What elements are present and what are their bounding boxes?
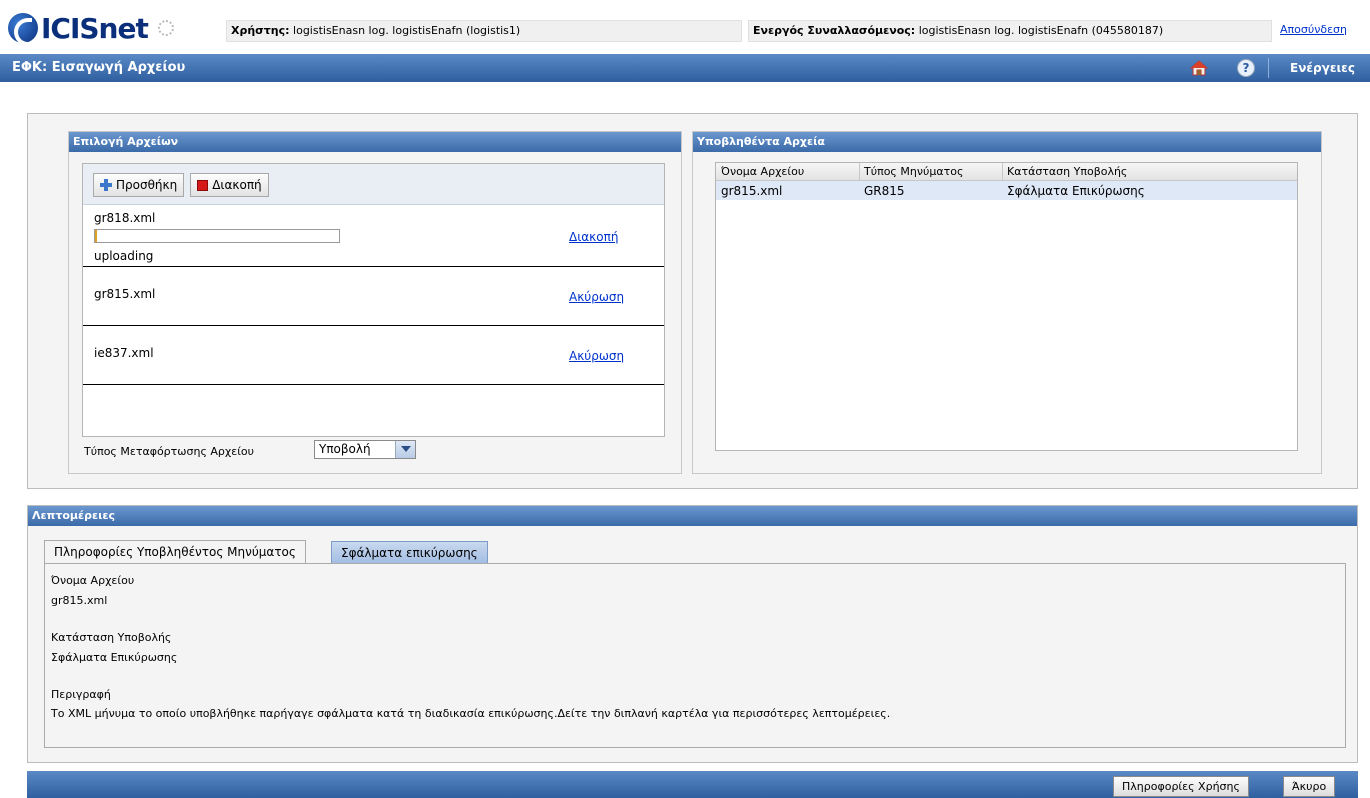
help-icon[interactable]: ? (1237, 59, 1255, 77)
filename-value: gr815.xml (51, 594, 108, 607)
file-name: gr815.xml (94, 287, 156, 301)
cell-filename: gr815.xml (721, 184, 783, 198)
icisnet-logo: ICISnet (8, 10, 218, 46)
upload-progress-fill (95, 230, 98, 242)
filename-label: Όνομα Αρχείου (51, 574, 135, 587)
cancel-file-link[interactable]: Ακύρωση (569, 349, 624, 363)
file-name: gr818.xml (94, 211, 156, 225)
column-divider (859, 163, 860, 181)
home-icon[interactable] (1190, 60, 1208, 76)
transfer-type-value: Υποβολή (319, 442, 371, 456)
table-row[interactable]: gr815.xml GR815 Σφάλματα Επικύρωσης (716, 181, 1297, 200)
file-item: ie837.xml Ακύρωση (83, 326, 664, 385)
cancel-button[interactable]: Άκυρο (1283, 776, 1336, 797)
stop-button-label: Διακοπή (212, 178, 262, 192)
transfer-type-select[interactable]: Υποβολή (314, 440, 416, 459)
logout-link[interactable]: Αποσύνδεση (1280, 23, 1347, 36)
title-divider (1268, 58, 1269, 78)
cell-message-type: GR815 (864, 184, 905, 198)
upload-list: Προσθήκη Διακοπή gr818.xml uploading Δια… (82, 163, 665, 437)
transfer-type-label: Τύπος Μεταφόρτωσης Αρχείου (84, 445, 255, 458)
column-header-message-type[interactable]: Τύπος Μηνύματος (864, 165, 963, 178)
help-info-button[interactable]: Πληροφορίες Χρήσης (1113, 776, 1249, 797)
cell-status: Σφάλματα Επικύρωσης (1007, 184, 1145, 198)
page-titlebar: ΕΦΚ: Εισαγωγή Αρχείου ? Ενέργειες (0, 54, 1370, 82)
description-value: Το XML μήνυμα το οποίο υποβλήθηκε παρήγα… (51, 707, 891, 720)
submitted-files-grid: Όνομα Αρχείου Τύπος Μηνύματος Κατάσταση … (715, 162, 1298, 451)
footer-bar: Πληροφορίες Χρήσης Άκυρο (27, 771, 1358, 798)
add-button[interactable]: Προσθήκη (93, 173, 185, 197)
file-item: gr815.xml Ακύρωση (83, 267, 664, 326)
column-header-status[interactable]: Κατάσταση Υποβολής (1007, 165, 1127, 178)
user-value: logistisEnasn log. logistisEnafn (logist… (293, 24, 521, 37)
trader-value: logistisEnasn log. logistisEnafn (045580… (918, 24, 1164, 37)
user-info: Χρήστης: logistisEnasn log. logistisEnaf… (226, 20, 742, 42)
logo-icon (8, 13, 38, 46)
file-selection-title: Επιλογή Αρχείων (69, 132, 681, 152)
details-title: Λεπτομέρειες (28, 506, 1357, 526)
plus-icon (100, 179, 112, 191)
status-value: Σφάλματα Επικύρωσης (51, 651, 178, 664)
file-name: ie837.xml (94, 346, 154, 360)
spinner-icon (157, 20, 174, 36)
tab-message-info[interactable]: Πληροφορίες Υποβληθέντος Μηνύματος (44, 540, 306, 565)
trader-info: Ενεργός Συναλλασόμενος: logistisEnasn lo… (748, 20, 1272, 42)
upload-status: uploading (94, 249, 154, 263)
column-header-filename[interactable]: Όνομα Αρχείου (721, 165, 804, 178)
status-label: Κατάσταση Υποβολής (51, 631, 172, 644)
user-label: Χρήστης: (231, 24, 290, 37)
page-title: ΕΦΚ: Εισαγωγή Αρχείου (12, 60, 186, 75)
details-panel: Λεπτομέρειες Σφάλματα επικύρωσης Πληροφο… (27, 505, 1358, 763)
description-label: Περιγραφή (51, 688, 111, 701)
cancel-file-link[interactable]: Ακύρωση (569, 290, 624, 304)
stop-icon (197, 179, 209, 191)
tab-validation-errors[interactable]: Σφάλματα επικύρωσης (331, 541, 488, 565)
column-divider (1002, 163, 1003, 181)
stop-button[interactable]: Διακοπή (190, 173, 269, 197)
upload-toolbar: Προσθήκη Διακοπή (83, 164, 664, 205)
dropdown-arrow-icon[interactable] (395, 441, 415, 458)
trader-label: Ενεργός Συναλλασόμενος: (753, 24, 916, 37)
add-button-label: Προσθήκη (116, 178, 178, 192)
upload-progress-bar (94, 229, 340, 243)
submitted-files-title: Υποβληθέντα Αρχεία (693, 132, 1321, 152)
grid-header: Όνομα Αρχείου Τύπος Μηνύματος Κατάσταση … (716, 163, 1297, 181)
logo-text: ICISnet (41, 11, 149, 45)
stop-upload-link[interactable]: Διακοπή (569, 230, 618, 244)
tab-content: Όνομα Αρχείου gr815.xml Κατάσταση Υποβολ… (44, 563, 1346, 748)
actions-menu[interactable]: Ενέργειες (1290, 61, 1355, 75)
file-item: gr818.xml uploading Διακοπή (83, 205, 664, 267)
